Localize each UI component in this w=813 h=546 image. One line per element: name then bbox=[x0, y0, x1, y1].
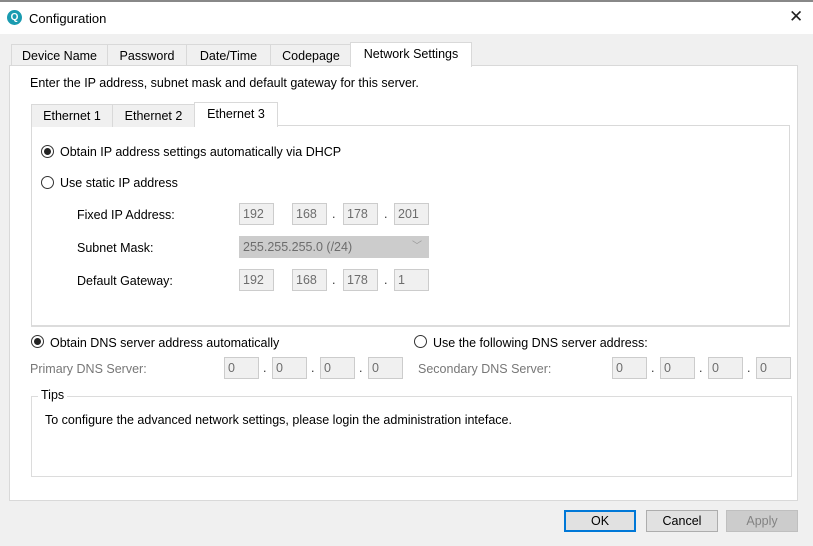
secondary-dns-octet-3[interactable]: 0 bbox=[708, 357, 743, 379]
dns-auto-radio[interactable] bbox=[31, 335, 44, 348]
tab-date-time[interactable]: Date/Time bbox=[186, 44, 271, 67]
secondary-dns-octet-2[interactable]: 0 bbox=[660, 357, 695, 379]
tab-ethernet-2[interactable]: Ethernet 2 bbox=[112, 104, 195, 127]
secondary-dns-label: Secondary DNS Server: bbox=[418, 362, 552, 376]
separator-dot: . bbox=[263, 361, 267, 375]
primary-dns-octet-4[interactable]: 0 bbox=[368, 357, 403, 379]
tips-legend: Tips bbox=[38, 388, 68, 402]
gateway-octet-3[interactable]: 178 bbox=[343, 269, 378, 291]
tab-device-name[interactable]: Device Name bbox=[11, 44, 108, 67]
subnet-mask-select[interactable]: 255.255.255.0 (/24) ﹀ bbox=[239, 236, 429, 258]
dns-auto-label[interactable]: Obtain DNS server address automatically bbox=[50, 336, 279, 350]
intro-text: Enter the IP address, subnet mask and de… bbox=[30, 76, 419, 90]
static-ip-radio[interactable] bbox=[41, 176, 54, 189]
tab-network-settings[interactable]: Network Settings bbox=[350, 42, 472, 67]
cancel-button[interactable]: Cancel bbox=[646, 510, 718, 532]
primary-dns-octet-1[interactable]: 0 bbox=[224, 357, 259, 379]
separator-dot: . bbox=[332, 273, 336, 287]
subnet-mask-label: Subnet Mask: bbox=[77, 241, 154, 255]
tab-password[interactable]: Password bbox=[107, 44, 187, 67]
static-ip-label[interactable]: Use static IP address bbox=[60, 176, 178, 190]
default-gateway-label: Default Gateway: bbox=[77, 274, 173, 288]
separator-dot: . bbox=[747, 361, 751, 375]
app-logo-icon: Q bbox=[7, 10, 22, 25]
ethernet-tabs: Ethernet 1 Ethernet 2 Ethernet 3 bbox=[31, 102, 291, 127]
gateway-octet-4[interactable]: 1 bbox=[394, 269, 429, 291]
tab-codepage[interactable]: Codepage bbox=[270, 44, 352, 67]
separator-dot: . bbox=[384, 207, 388, 221]
dns-manual-label[interactable]: Use the following DNS server address: bbox=[433, 336, 648, 350]
primary-dns-label: Primary DNS Server: bbox=[30, 362, 147, 376]
gateway-octet-1[interactable]: 192 bbox=[239, 269, 274, 291]
window-title: Configuration bbox=[29, 11, 107, 26]
ok-button[interactable]: OK bbox=[564, 510, 636, 532]
fixed-ip-octet-4[interactable]: 201 bbox=[394, 203, 429, 225]
fixed-ip-octet-2[interactable]: 168 bbox=[292, 203, 327, 225]
apply-button[interactable]: Apply bbox=[726, 510, 798, 532]
dns-manual-radio[interactable] bbox=[414, 335, 427, 348]
separator-dot: . bbox=[359, 361, 363, 375]
close-icon[interactable]: ✕ bbox=[789, 7, 803, 27]
chevron-down-icon: ﹀ bbox=[412, 241, 422, 252]
separator-dot: . bbox=[384, 273, 388, 287]
tips-text: To configure the advanced network settin… bbox=[45, 413, 512, 427]
separator-dot: . bbox=[311, 361, 315, 375]
dhcp-radio[interactable] bbox=[41, 145, 54, 158]
main-tabs: Device Name Password Date/Time Codepage … bbox=[11, 42, 481, 67]
primary-dns-octet-2[interactable]: 0 bbox=[272, 357, 307, 379]
primary-dns-octet-3[interactable]: 0 bbox=[320, 357, 355, 379]
tab-ethernet-3[interactable]: Ethernet 3 bbox=[194, 102, 278, 127]
secondary-dns-octet-1[interactable]: 0 bbox=[612, 357, 647, 379]
title-bar: Q Configuration ✕ bbox=[0, 0, 813, 34]
separator-dot: . bbox=[651, 361, 655, 375]
gateway-octet-2[interactable]: 168 bbox=[292, 269, 327, 291]
separator-dot: . bbox=[332, 207, 336, 221]
dhcp-label[interactable]: Obtain IP address settings automatically… bbox=[60, 145, 341, 159]
secondary-dns-octet-4[interactable]: 0 bbox=[756, 357, 791, 379]
subnet-mask-value: 255.255.255.0 (/24) bbox=[243, 240, 353, 254]
tips-groupbox bbox=[31, 396, 792, 477]
fixed-ip-octet-1[interactable]: 192 bbox=[239, 203, 274, 225]
tab-ethernet-1[interactable]: Ethernet 1 bbox=[31, 104, 113, 127]
separator-dot: . bbox=[699, 361, 703, 375]
fixed-ip-label: Fixed IP Address: bbox=[77, 208, 175, 222]
fixed-ip-octet-3[interactable]: 178 bbox=[343, 203, 378, 225]
